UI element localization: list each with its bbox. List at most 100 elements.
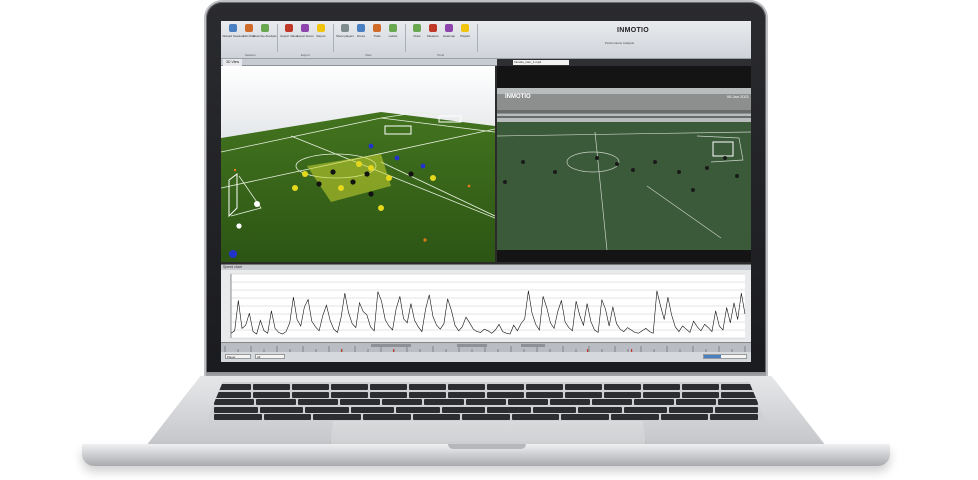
keyboard-key: [292, 384, 329, 390]
keyboard-key: [313, 414, 361, 420]
status-filter-field[interactable]: All: [255, 354, 285, 359]
keyboard-key: [409, 384, 446, 390]
keyboard-row: [214, 384, 758, 390]
ribbon-group-label: View: [365, 53, 372, 57]
keyboard-key: [253, 391, 290, 398]
ribbon-button-label: Report: [316, 34, 326, 38]
brand-subtitle: Performance Analysis: [605, 41, 635, 45]
ribbon-icon: [261, 24, 269, 32]
ribbon-button-label: Export Excel: [296, 34, 314, 38]
ribbon-icon: [245, 24, 253, 32]
ribbon-button-playlist[interactable]: Playlist: [459, 24, 471, 44]
keyboard-key: [508, 399, 548, 405]
video-view[interactable]: INMOTIO 06 Jan 2021: [497, 66, 751, 262]
keyboard-row: [214, 399, 758, 405]
keyboard-key: [448, 391, 485, 398]
ribbon-button-export-excel[interactable]: Export Excel: [296, 24, 314, 44]
keyboard-key: [412, 414, 461, 420]
ribbon-button-label: Measure: [427, 34, 439, 38]
keyboard-key: [565, 391, 602, 398]
keyboard-key: [532, 406, 576, 413]
keyboard-key: [466, 399, 506, 405]
video-date-label: 06 Jan 2021: [726, 94, 749, 99]
keyboard-key: [298, 399, 338, 405]
keyboard-key: [424, 399, 464, 405]
keyboard-key: [396, 406, 440, 413]
laptop-notch: [448, 444, 526, 449]
keyboard-key: [643, 384, 680, 390]
ribbon-button-label: Draw: [413, 34, 421, 38]
keyboard-key: [710, 414, 759, 420]
speed-chart-panel[interactable]: Speed chart: [221, 264, 751, 342]
keyboard-key: [676, 399, 716, 405]
ribbon-button-export-video[interactable]: Export Video: [280, 24, 298, 44]
ribbon-button-zones[interactable]: Zones: [355, 24, 367, 44]
keyboard-key: [660, 414, 709, 420]
panel-tab-bar: 3D View Inmotio_cam_1.mp4: [221, 59, 751, 66]
tab-3d-view[interactable]: 3D View: [223, 59, 242, 66]
ribbon-button-measure[interactable]: Measure: [427, 24, 439, 44]
keyboard-key: [350, 406, 394, 413]
ribbon-button-draw[interactable]: Draw: [411, 24, 423, 44]
status-progress: [703, 354, 747, 359]
pitch-3d-canvas: [221, 66, 495, 262]
ribbon-button-label: Show players: [336, 34, 355, 38]
status-player-field[interactable]: Player: [225, 354, 251, 359]
ribbon-button-report[interactable]: Report: [315, 24, 327, 44]
keyboard-key: [526, 391, 563, 398]
video-watermark-logo: INMOTIO: [505, 94, 531, 100]
brand-text: INMOTIO: [617, 27, 650, 34]
keyboard-key: [550, 399, 590, 405]
ribbon-icon: [461, 24, 469, 32]
keyboard-key: [487, 384, 524, 390]
laptop-screen: INMOTIO Performance Analysis Reload Sess…: [221, 21, 751, 362]
pitch-3d-view[interactable]: [221, 66, 495, 262]
ribbon-icon: [357, 24, 365, 32]
keyboard-key: [682, 384, 719, 390]
keyboard-key: [604, 384, 641, 390]
brand-logo: INMOTIO: [617, 27, 649, 34]
keyboard-key: [362, 414, 411, 420]
ribbon-button-heatmap[interactable]: Heatmap: [443, 24, 455, 44]
keyboard-key: [487, 391, 524, 398]
keyboard-key: [526, 384, 563, 390]
ribbon-button-exercise-analysis[interactable]: Exercise Analysis: [253, 24, 277, 44]
video-pitch: [497, 122, 751, 250]
laptop-keyboard: [206, 382, 766, 422]
ribbon-button-trails[interactable]: Trails: [371, 24, 383, 44]
speed-chart[interactable]: [221, 270, 751, 343]
keyboard-key: [370, 384, 407, 390]
ribbon-icon: [373, 24, 381, 32]
keyboard-key: [718, 399, 758, 405]
keyboard-key: [561, 414, 610, 420]
ribbon-toolbar: INMOTIO Performance Analysis Reload Sess…: [221, 21, 751, 59]
video-source-select[interactable]: Inmotio_cam_1.mp4: [513, 60, 569, 65]
ribbon-button-label: Exercise Analysis: [253, 34, 277, 38]
keyboard-key: [721, 391, 758, 398]
keyboard-key: [462, 414, 510, 420]
ribbon-button-reload-session[interactable]: Reload Session: [223, 24, 244, 44]
status-progress-fill: [704, 355, 721, 358]
ribbon-group-label: Tools: [437, 53, 445, 57]
ribbon-button-labels[interactable]: Labels: [387, 24, 399, 44]
keyboard-key: [259, 406, 303, 413]
video-frame: [497, 66, 751, 262]
keyboard-key: [682, 391, 719, 398]
keyboard-key: [623, 406, 667, 413]
timeline-segment[interactable]: [457, 344, 487, 347]
keyboard-key: [409, 391, 446, 398]
keyboard-row: [214, 414, 759, 420]
keyboard-key: [340, 399, 380, 405]
keyboard-key: [634, 399, 674, 405]
timeline-segment[interactable]: [371, 344, 411, 347]
keyboard-key: [511, 414, 560, 420]
ribbon-button-show-players[interactable]: Show players: [336, 24, 355, 44]
keyboard-row: [214, 391, 758, 398]
timeline-segment[interactable]: [521, 344, 545, 347]
keyboard-key: [441, 406, 485, 413]
status-bar: Player All: [221, 352, 751, 362]
timeline-scrubber[interactable]: [221, 342, 751, 353]
ribbon-separator: [405, 24, 406, 52]
keyboard-key: [669, 406, 713, 413]
keyboard-key: [565, 384, 602, 390]
